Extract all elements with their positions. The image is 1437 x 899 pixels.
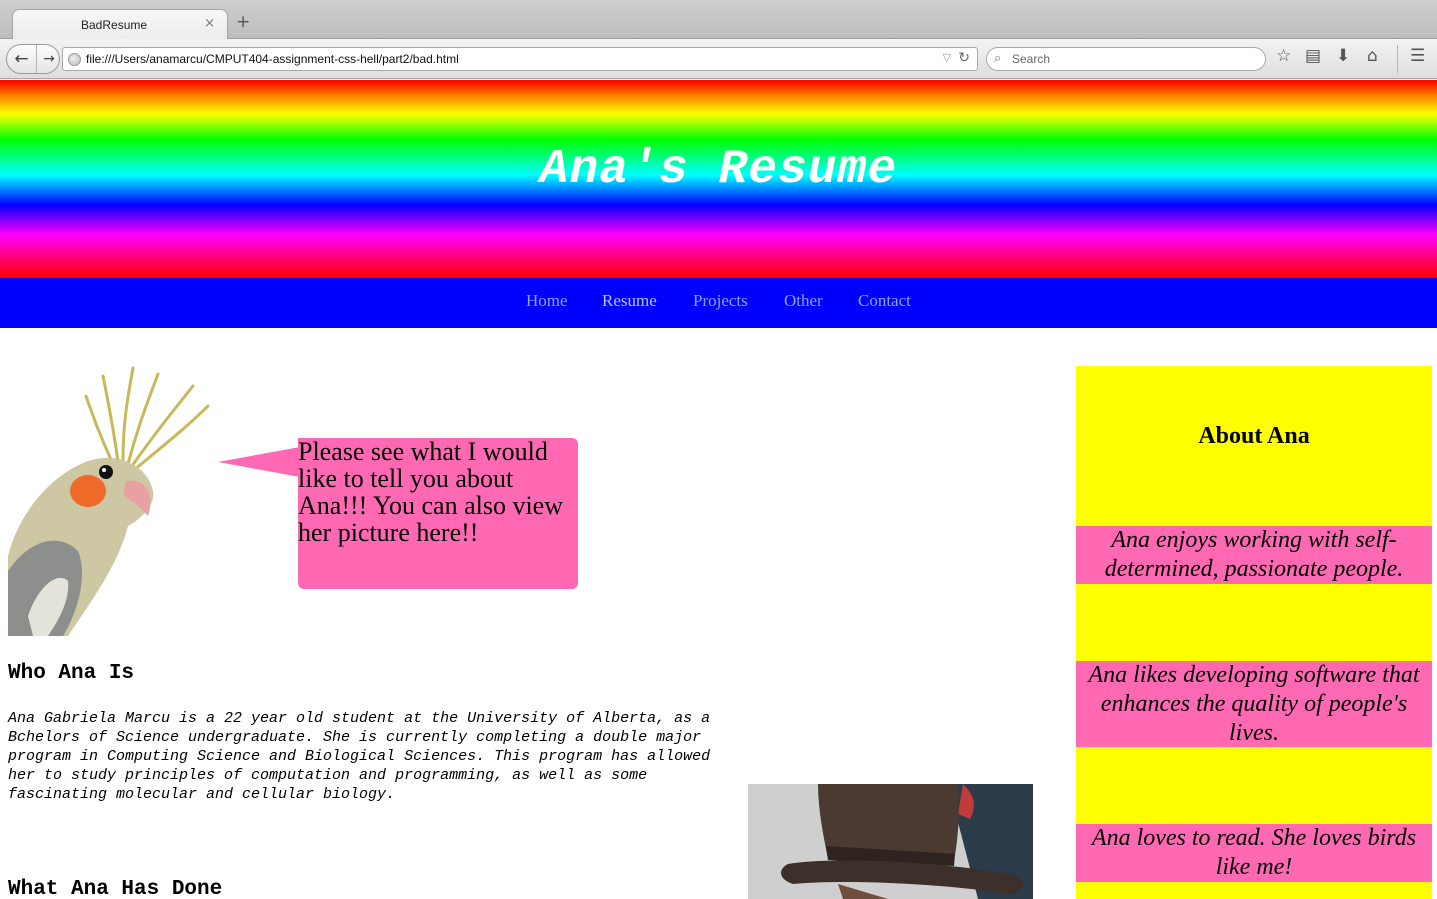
back-forward-group: ← → (6, 44, 60, 74)
speech-bubble-tail (218, 447, 300, 477)
new-tab-button[interactable]: + (236, 14, 250, 31)
back-arrow-icon[interactable]: ← (7, 45, 37, 73)
sidebar-fact-3: Ana loves to read. She loves birds like … (1076, 824, 1432, 882)
sidebar-fact-2: Ana likes developing software that enhan… (1076, 661, 1432, 747)
speech-bubble-text: Please see what I would like to tell you… (298, 437, 564, 547)
download-icon[interactable]: ⬇ (1336, 48, 1350, 65)
who-ana-is-heading: Who Ana Is (8, 662, 135, 685)
home-icon[interactable]: ⌂ (1367, 48, 1378, 65)
nav-projects[interactable]: Projects (693, 291, 748, 311)
about-title: About Ana (1198, 423, 1310, 449)
speech-bubble: Please see what I would like to tell you… (298, 438, 578, 589)
bookmark-star-icon[interactable]: ☆ (1276, 48, 1291, 65)
site-nav: Home Resume Projects Other Contact (0, 278, 1437, 328)
bio-paragraph: Ana Gabriela Marcu is a 22 year old stud… (8, 710, 711, 803)
sidebar-fact-1: Ana enjoys working with self-determined,… (1076, 526, 1432, 584)
search-placeholder: Search (1012, 52, 1051, 66)
reading-list-icon[interactable]: ▤ (1305, 48, 1321, 65)
what-ana-has-done-heading: What Ana Has Done (8, 878, 223, 899)
search-input[interactable]: ⌕ Search (986, 47, 1266, 71)
tab-strip: BadResume × + (0, 0, 1437, 40)
page-title: Ana's Resume (539, 143, 898, 197)
url-text[interactable]: file:///Users/anamarcu/CMPUT404-assignme… (86, 52, 459, 66)
browser-toolbar: ← → file:///Users/anamarcu/CMPUT404-assi… (0, 39, 1437, 79)
toolbar-separator (1397, 45, 1398, 73)
address-bar[interactable]: file:///Users/anamarcu/CMPUT404-assignme… (62, 47, 978, 71)
nav-resume[interactable]: Resume (602, 291, 657, 311)
chevron-down-icon[interactable]: ▽ (943, 51, 951, 64)
globe-icon (68, 53, 81, 66)
nav-other[interactable]: Other (784, 291, 823, 311)
reload-icon[interactable]: ↻ (958, 50, 970, 66)
about-sidebar: About Ana Ana enjoys working with self-d… (1076, 366, 1432, 899)
cockatiel-image (8, 366, 210, 636)
menu-icon[interactable]: ☰ (1410, 48, 1425, 65)
tab-badresume[interactable]: BadResume × (12, 9, 228, 40)
nav-contact[interactable]: Contact (858, 291, 911, 311)
tab-title: BadResume (81, 18, 148, 32)
forward-arrow-icon[interactable]: → (38, 45, 60, 73)
search-icon: ⌕ (994, 51, 1002, 66)
ana-photo (748, 784, 1033, 899)
nav-home[interactable]: Home (526, 291, 568, 311)
rainbow-header: Ana's Resume (0, 80, 1437, 278)
close-icon[interactable]: × (204, 16, 215, 31)
